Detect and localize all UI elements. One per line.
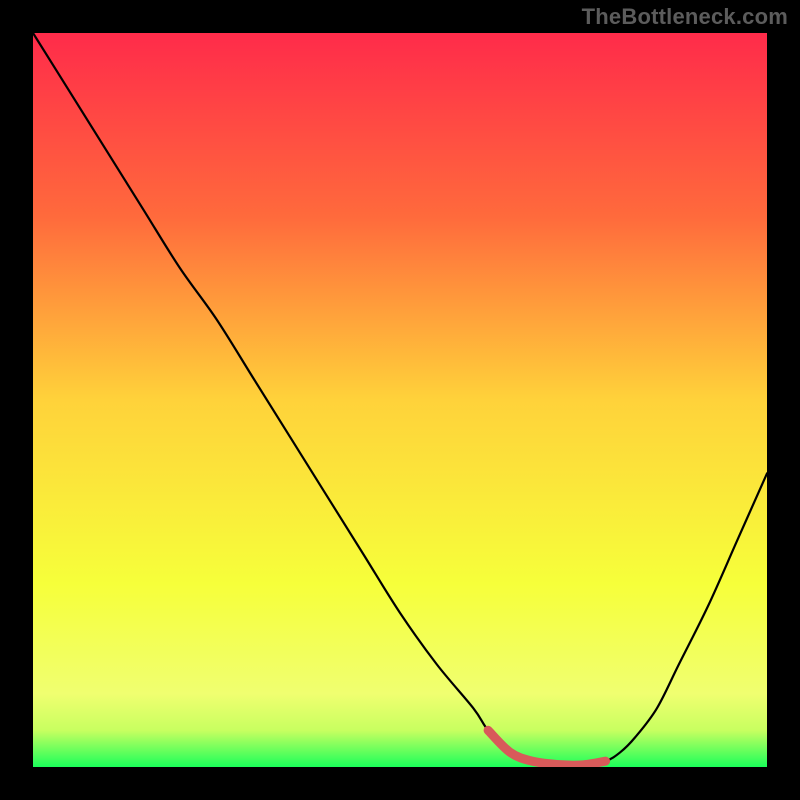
chart-frame: TheBottleneck.com [0, 0, 800, 800]
watermark-text: TheBottleneck.com [582, 4, 788, 30]
gradient-background [33, 33, 767, 767]
chart-svg [33, 33, 767, 767]
chart-plot-area [33, 33, 767, 767]
